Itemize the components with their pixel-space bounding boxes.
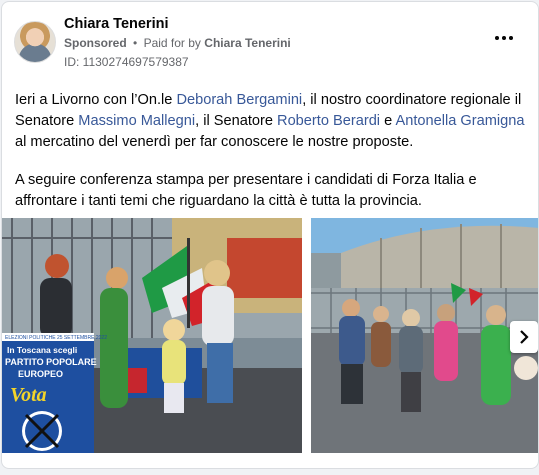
post-paragraph-2: A seguire conferenza stampa per presenta… — [15, 172, 477, 209]
post-text: Ieri a Livorno con l’On.le Deborah Berga… — [15, 90, 530, 229]
more-horizontal-icon — [495, 36, 499, 40]
banner-line2-text: EUROPEO — [18, 369, 63, 379]
post-header: Chiara Tenerini Sponsored • Paid for by … — [14, 14, 526, 72]
banner-small-text: ELEZIONI POLITICHE 25 SETTEMBRE 2022 — [5, 335, 107, 341]
meta-separator: • — [133, 36, 138, 50]
paid-for-label: Paid for by — [143, 36, 201, 50]
more-options-button[interactable] — [490, 26, 518, 50]
sponsored-label[interactable]: Sponsored — [64, 36, 127, 50]
author-name[interactable]: Chiara Tenerini — [64, 16, 168, 32]
ad-id: ID: 1130274697579387 — [64, 55, 189, 69]
more-horizontal-icon — [502, 36, 506, 40]
mention-link[interactable]: Deborah Bergamini — [176, 92, 302, 108]
text-segment: , il Senatore — [195, 113, 278, 129]
payer-name[interactable]: Chiara Tenerini — [204, 36, 290, 50]
banner-vota-text: Vota — [10, 384, 47, 406]
post-photo-2[interactable] — [311, 218, 538, 453]
text-segment: e — [380, 113, 396, 129]
market-stand-photo: ELEZIONI POLITICHE 25 SETTEMBRE 2022 In … — [2, 218, 302, 453]
carousel-next-button[interactable] — [510, 321, 538, 353]
mention-link[interactable]: Massimo Mallegni — [78, 113, 195, 129]
banner-top-text: In Toscana scegli — [7, 345, 77, 355]
text-segment: Ieri a Livorno con l’On.le — [15, 92, 177, 108]
post-photo-1[interactable]: ELEZIONI POLITICHE 25 SETTEMBRE 2022 In … — [2, 218, 302, 453]
banner-line1-text: PARTITO POPOLARE — [5, 357, 97, 367]
author-avatar[interactable] — [14, 21, 56, 63]
more-horizontal-icon — [509, 36, 513, 40]
sponsored-meta: Sponsored • Paid for by Chiara Tenerini — [64, 36, 291, 50]
mention-link[interactable]: Antonella Gramigna — [395, 113, 524, 129]
post-paragraph-1: Ieri a Livorno con l’On.le Deborah Berga… — [15, 90, 530, 153]
ad-post-card: Chiara Tenerini Sponsored • Paid for by … — [1, 1, 539, 469]
text-segment: al mercatino del venerdì per far conosce… — [15, 134, 414, 150]
mention-link[interactable]: Roberto Berardi — [277, 113, 380, 129]
crowd-photo — [311, 218, 538, 453]
chevron-right-icon — [520, 330, 529, 344]
